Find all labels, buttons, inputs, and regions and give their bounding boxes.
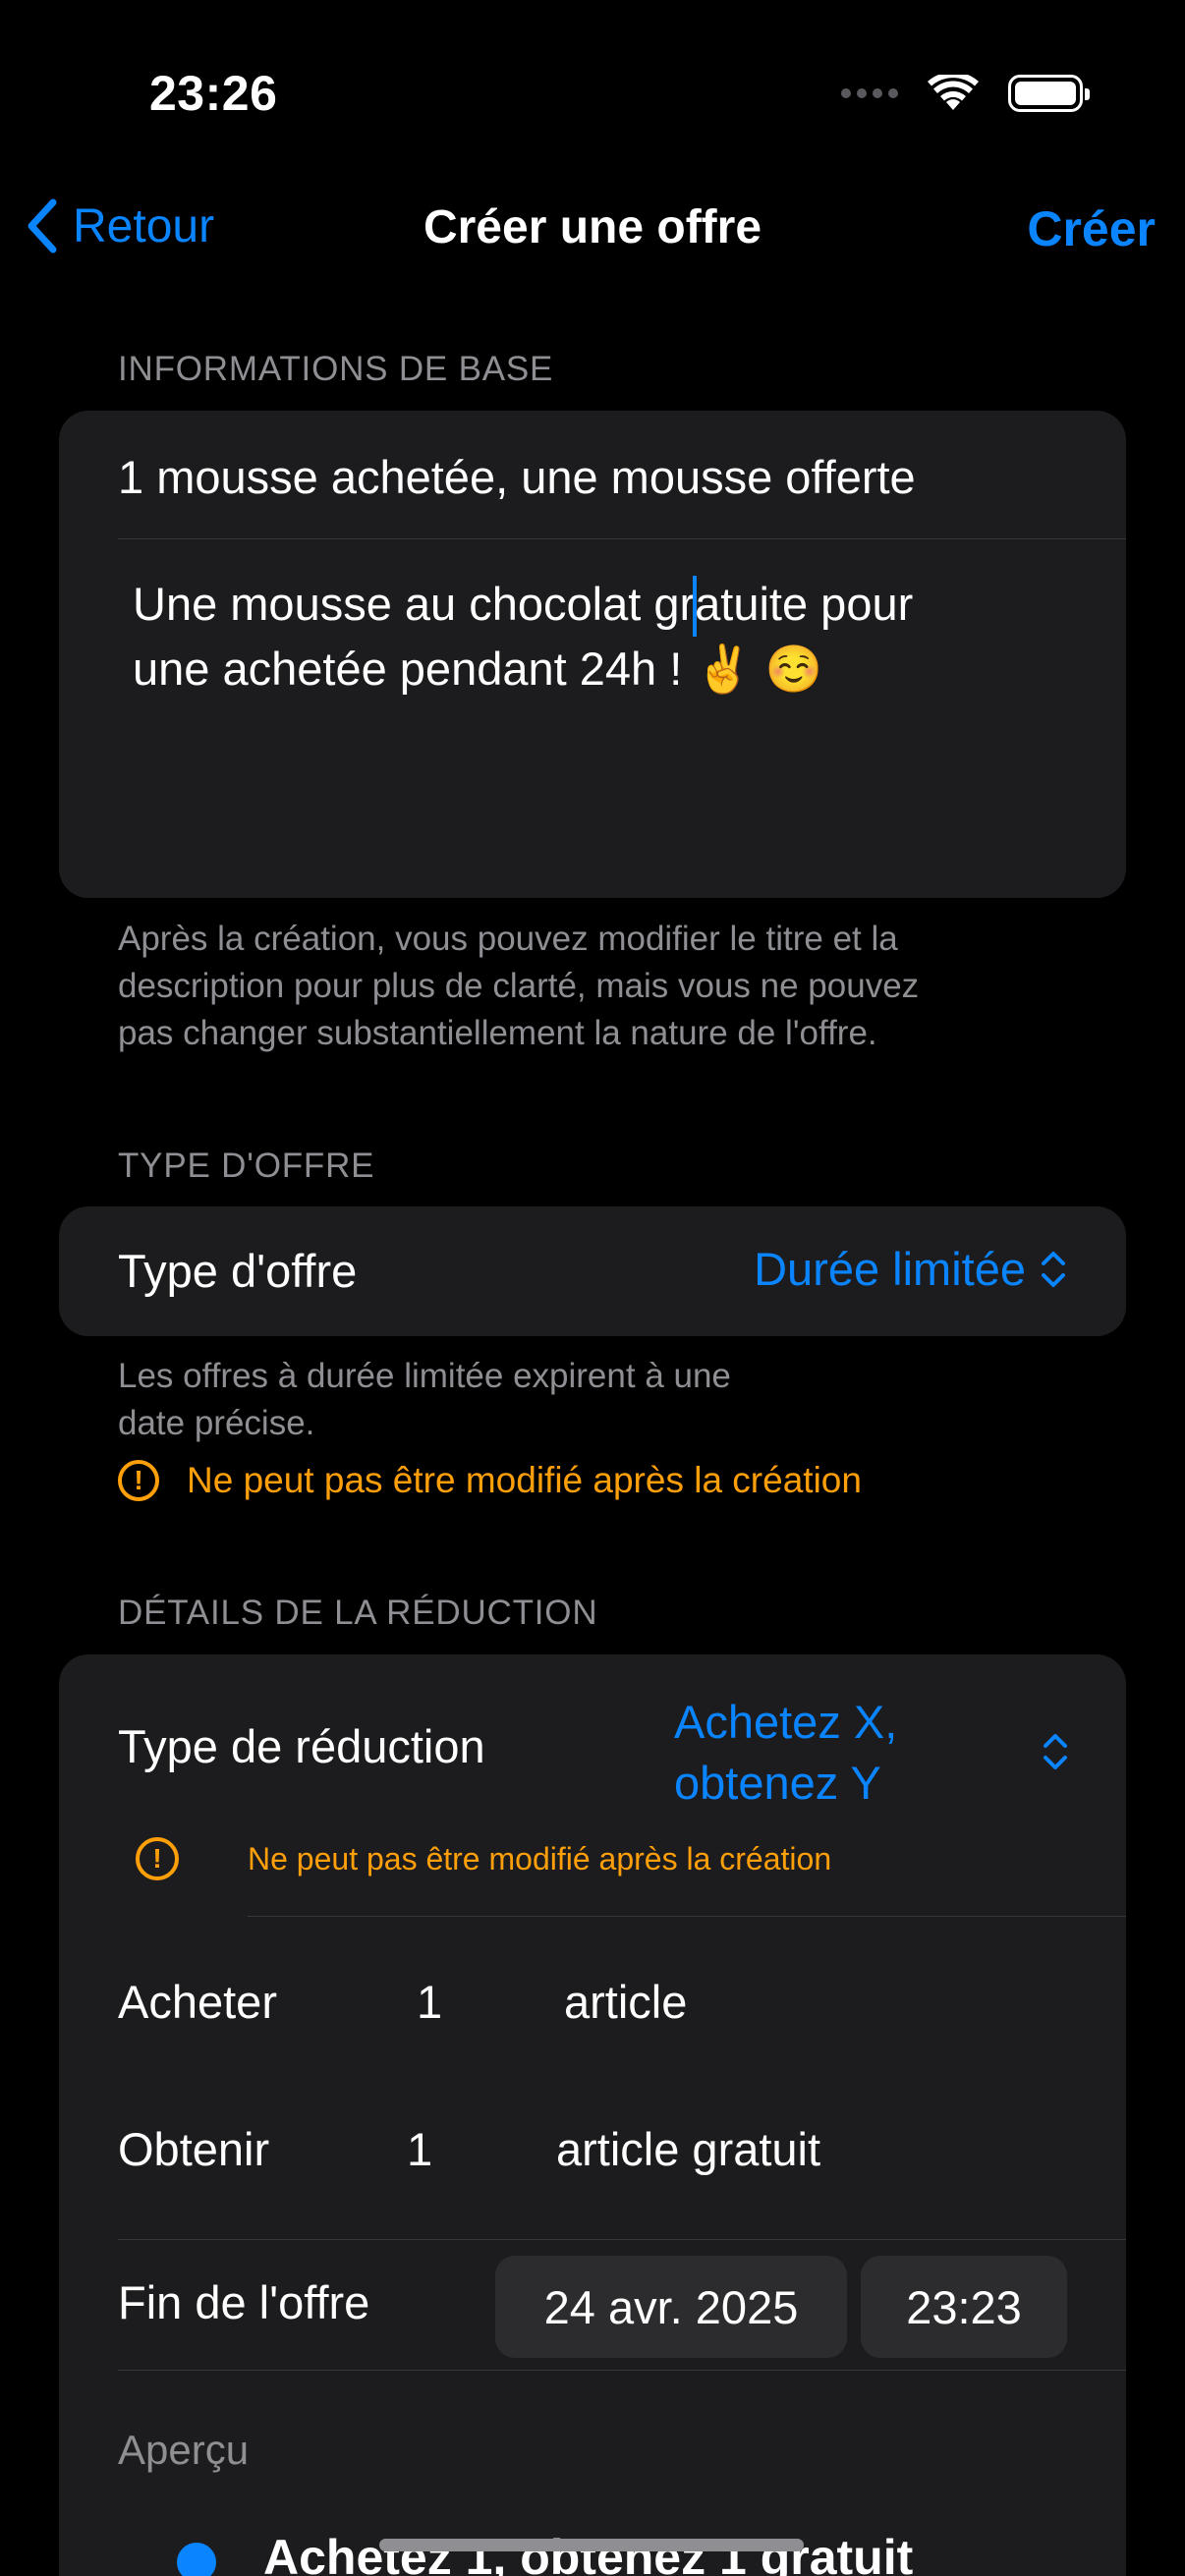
end-date-value: 24 avr. 2025: [543, 2280, 799, 2333]
warning-icon: !: [136, 1837, 179, 1880]
divider: [118, 538, 1126, 539]
divider: [248, 1916, 1126, 1917]
offer-type-label: Type d'offre: [118, 1245, 358, 1297]
section-header-offer-type: TYPE D'OFFRE: [118, 1147, 375, 1185]
preview-text: Achetez 1, obtenez 1 gratuit: [263, 2530, 914, 2576]
offer-title-field[interactable]: 1 mousse achetée, une mousse offerte: [118, 450, 916, 504]
status-icons: [841, 75, 1090, 112]
chevron-updown-icon: [1044, 1734, 1067, 1769]
wifi-icon: [928, 75, 979, 112]
end-time-value: 23:23: [906, 2280, 1022, 2333]
offer-type-warning: ! Ne peut pas être modifié après la créa…: [118, 1460, 862, 1501]
gift-icon: [177, 2543, 216, 2576]
discount-type-label: Type de réduction: [118, 1720, 485, 1772]
warning-text: Ne peut pas être modifié après la créati…: [187, 1460, 862, 1500]
text-cursor: [693, 576, 697, 637]
buy-label: Acheter: [118, 1976, 277, 2028]
basic-info-card: 1 mousse achetée, une mousse offerte Une…: [59, 411, 1126, 898]
discount-type-value-line-1: Achetez X,: [674, 1696, 898, 1748]
create-button[interactable]: Créer: [1027, 200, 1156, 257]
discount-card: Type de réduction Achetez X, obtenez Y !…: [59, 1654, 1126, 2576]
create-offer-screen: 23:26 Retour Créer une offre Créer INFOR…: [0, 0, 1185, 2576]
end-date-picker[interactable]: 24 avr. 2025: [495, 2256, 847, 2358]
preview-label: Aperçu: [118, 2427, 250, 2473]
divider: [118, 2239, 1126, 2240]
warning-icon: !: [118, 1460, 159, 1501]
divider: [118, 2370, 1126, 2371]
offer-type-footnote: Les offres à durée limitée expirent à un…: [118, 1357, 731, 1442]
buy-quantity-field[interactable]: 1: [417, 1975, 442, 2029]
offer-type-picker[interactable]: Durée limitée: [754, 1242, 1067, 1296]
offer-description-field[interactable]: Une mousse au chocolat gratuite pour une…: [133, 572, 1087, 701]
discount-type-picker[interactable]: Achetez X, obtenez Y: [674, 1692, 1087, 1810]
page-title: Créer une offre: [423, 201, 762, 253]
get-unit-label: article gratuit: [556, 2123, 821, 2175]
home-indicator: [379, 2539, 804, 2551]
status-time: 23:26: [149, 66, 278, 121]
description-line-1: Une mousse au chocolat gratuite pour: [133, 578, 914, 630]
buy-unit-label: article: [564, 1976, 688, 2028]
discount-type-warning: Ne peut pas être modifié après la créati…: [248, 1841, 832, 1876]
get-quantity-field[interactable]: 1: [407, 2122, 432, 2176]
battery-icon: [1008, 75, 1090, 112]
end-of-offer-label: Fin de l'offre: [118, 2276, 370, 2328]
chevron-updown-icon: [1042, 1251, 1065, 1287]
end-time-picker[interactable]: 23:23: [861, 2256, 1067, 2358]
basic-info-footnote: Après la création, vous pouvez modifier …: [118, 920, 920, 1052]
offer-type-card: Type d'offre Durée limitée: [59, 1206, 1126, 1336]
section-header-basic-info: INFORMATIONS DE BASE: [118, 350, 554, 388]
section-header-discount: DÉTAILS DE LA RÉDUCTION: [118, 1594, 598, 1632]
get-label: Obtenir: [118, 2123, 270, 2175]
cellular-signal-icon: [841, 88, 898, 98]
offer-type-value: Durée limitée: [754, 1243, 1026, 1295]
discount-type-value-line-2: obtenez Y: [674, 1757, 881, 1809]
description-line-2: une achetée pendant 24h ! ✌️ ☺️: [133, 643, 823, 695]
